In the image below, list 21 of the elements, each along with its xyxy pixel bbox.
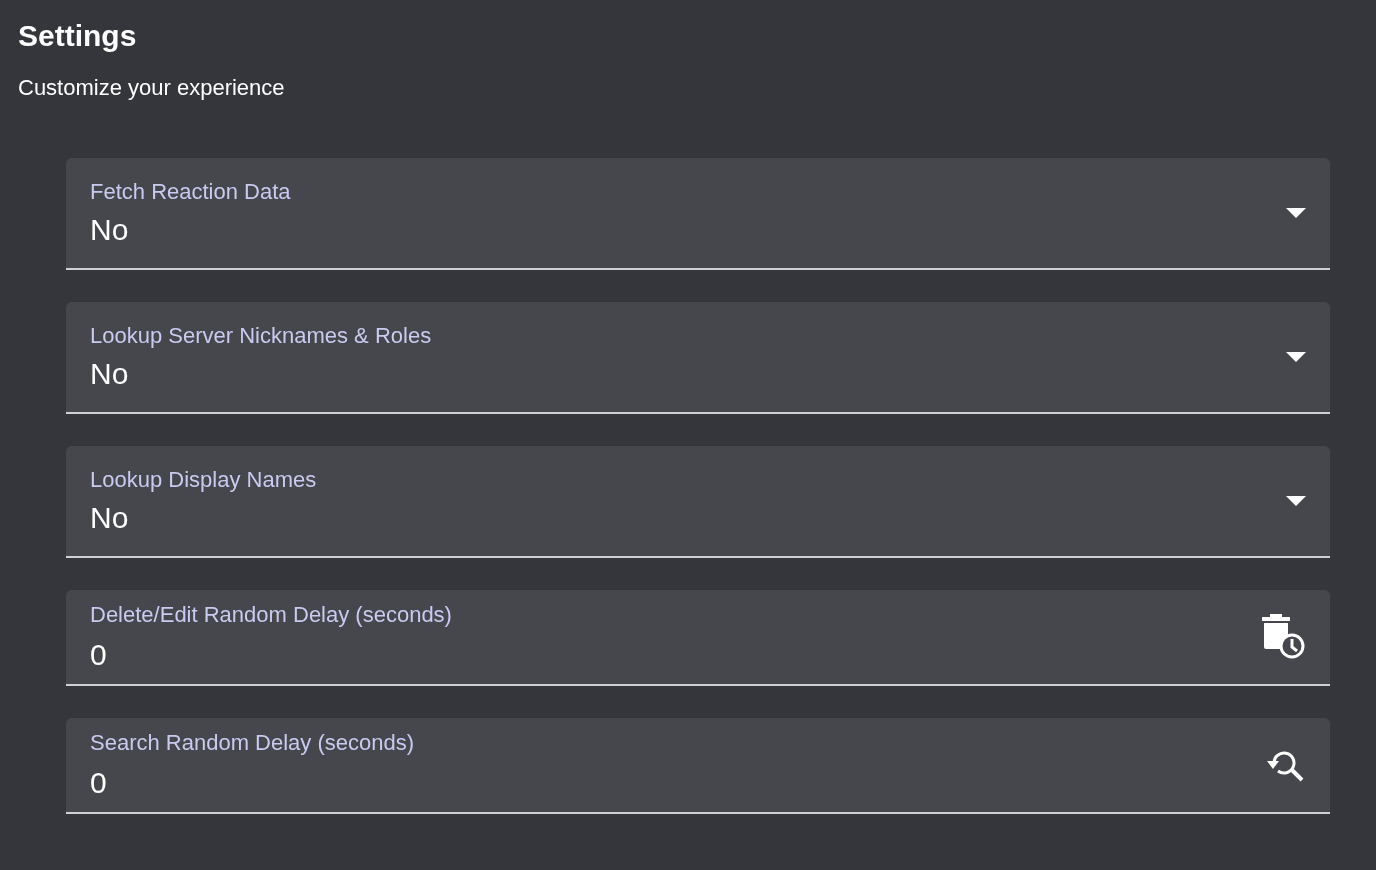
- field-value: 0: [90, 638, 107, 672]
- dropdown-arrow-icon[interactable]: [1286, 208, 1306, 218]
- field-label: Delete/Edit Random Delay (seconds): [90, 602, 452, 628]
- field-label: Fetch Reaction Data: [90, 179, 291, 205]
- number-field[interactable]: Search Random Delay (seconds) 0: [66, 718, 1330, 814]
- field-value: No: [90, 501, 129, 535]
- field-label: Search Random Delay (seconds): [90, 730, 415, 756]
- page-subtitle: Customize your experience: [17, 74, 286, 102]
- field-label: Lookup Server Nicknames & Roles: [90, 323, 432, 349]
- dropdown-arrow-icon[interactable]: [1286, 352, 1306, 362]
- select-field[interactable]: Fetch Reaction Data No: [66, 158, 1330, 270]
- select-field[interactable]: Lookup Server Nicknames & Roles No: [66, 302, 1330, 414]
- field-label: Lookup Display Names: [90, 467, 317, 493]
- dropdown-arrow-icon[interactable]: [1286, 496, 1306, 506]
- trash-clock-icon[interactable]: [1260, 614, 1306, 660]
- field-value: 0: [90, 766, 107, 800]
- number-field[interactable]: Delete/Edit Random Delay (seconds) 0: [66, 590, 1330, 686]
- page-title: Settings: [17, 18, 137, 54]
- field-value: No: [90, 213, 129, 247]
- field-value: No: [90, 357, 129, 391]
- select-field[interactable]: Lookup Display Names No: [66, 446, 1330, 558]
